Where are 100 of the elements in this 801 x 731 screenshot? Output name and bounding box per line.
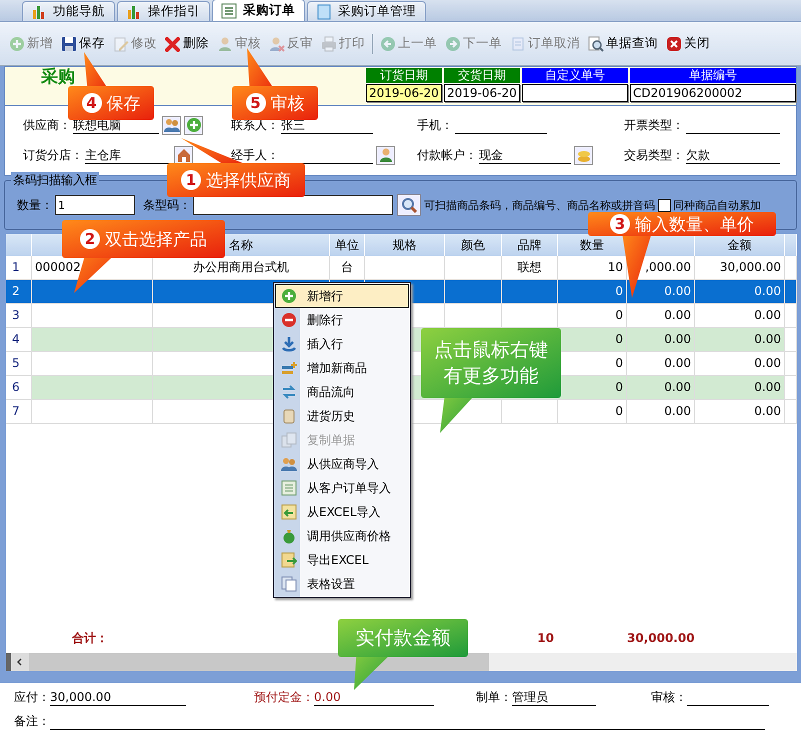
form-icon [221, 2, 237, 18]
menu-item[interactable]: 表格设置 [275, 572, 409, 596]
date-field[interactable]: CD201906200002 [630, 84, 796, 102]
bar-chart-icon [31, 4, 47, 20]
group-title: 条码扫描输入框 [11, 172, 99, 189]
date-column-header: 订货日期 [366, 68, 442, 83]
plus-circle-icon [281, 288, 297, 304]
table-cell [785, 376, 797, 400]
table-cell [785, 352, 797, 376]
tab[interactable]: 功能导航 [22, 1, 115, 21]
person-icon [217, 36, 233, 52]
field-label: 制单： [476, 688, 512, 706]
table-cell: 0.00 [695, 400, 785, 424]
row-number[interactable]: 7 [6, 400, 32, 424]
copy-icon [281, 432, 297, 448]
sheets-icon [281, 576, 297, 592]
date-column-header: 交货日期 [444, 68, 520, 83]
callout-text: 选择供应商 [206, 170, 291, 192]
money-bag-icon [281, 528, 297, 544]
menu-item[interactable]: 导出EXCEL [275, 548, 409, 572]
input-field[interactable]: 现金 [479, 146, 571, 164]
field-label: 付款帐户： [417, 146, 477, 164]
toolbar-button[interactable]: 单据查询 [587, 35, 659, 52]
column-header: 颜色 [445, 234, 502, 256]
field-label: 开票类型： [624, 116, 684, 134]
scroll-left-button[interactable] [6, 653, 29, 671]
menu-item[interactable]: 商品流向 [275, 380, 409, 404]
barcode-field[interactable] [193, 195, 393, 215]
table-cell [785, 328, 797, 352]
menu-item[interactable]: 增加新商品 [275, 356, 409, 380]
total-amount: 30,000.00 [627, 630, 695, 647]
stack-icon [281, 360, 297, 376]
search-icon [401, 197, 417, 213]
callout-text: 审核 [270, 92, 304, 114]
field-label: 订货分店： [23, 146, 83, 164]
tab[interactable]: 采购订单 [212, 0, 305, 21]
date-column-header: 自定义单号 [522, 68, 628, 83]
checkbox[interactable] [658, 198, 671, 212]
field-button[interactable] [376, 146, 395, 164]
callout-text: 点击鼠标右键有更多功能 [433, 338, 549, 389]
input-field[interactable]: 30,000.00 [50, 688, 186, 706]
table-cell: 0.00 [627, 376, 695, 400]
table-cell [785, 280, 797, 304]
hint-text: 可扫描商品条码，商品编号、商品名称或拼音码 [424, 198, 655, 212]
column-header: 单位 [330, 234, 365, 256]
table-cell [502, 400, 558, 424]
input-field[interactable]: 0.00 [314, 688, 434, 706]
menu-item[interactable]: 新增行 [275, 284, 409, 308]
menu-item[interactable]: 从EXCEL导入 [275, 500, 409, 524]
menu-item[interactable]: 从供应商导入 [275, 452, 409, 476]
input-field[interactable]: 主仓库 [85, 146, 171, 164]
field-button[interactable] [162, 116, 181, 134]
people-icon [281, 456, 297, 472]
date-field[interactable]: 2019-06-20 [366, 84, 442, 102]
callout-text: 双击选择产品 [105, 228, 207, 250]
chevron-left-icon [16, 658, 24, 666]
field-button[interactable] [174, 146, 193, 164]
house-icon [176, 147, 192, 163]
menu-item[interactable]: 删除行 [275, 308, 409, 332]
date-field[interactable]: 2019-06-20 [444, 84, 520, 102]
quantity-field[interactable]: 1 [55, 195, 135, 215]
search-button[interactable] [397, 194, 421, 216]
tab[interactable]: 操作指引 [117, 1, 210, 21]
callout-text: 实付款金额 [356, 626, 450, 651]
menu-item[interactable]: 进货历史 [275, 404, 409, 428]
menu-item[interactable]: 从客户订单导入 [275, 476, 409, 500]
table-cell: 0.00 [695, 280, 785, 304]
minus-circle-icon [281, 312, 297, 328]
close-icon [666, 36, 682, 52]
toolbar-button[interactable]: 关闭 [665, 35, 711, 52]
table-cell: 0.00 [627, 328, 695, 352]
table-cell: 0.00 [695, 376, 785, 400]
form-title: 采购 [41, 68, 76, 86]
document-icon [316, 4, 332, 20]
field-button[interactable] [574, 146, 593, 164]
date-column-header: 单据编号 [630, 68, 796, 83]
date-field[interactable] [522, 84, 628, 102]
field-label: 数量： [17, 196, 53, 214]
tab[interactable]: 采购订单管理 [307, 1, 426, 21]
table-cell: 0 [558, 400, 627, 424]
input-field[interactable]: 欠款 [686, 146, 780, 164]
magnifier-icon [588, 36, 604, 52]
menu-item[interactable]: 调用供应商价格 [275, 524, 409, 548]
input-field[interactable]: 管理员 [512, 688, 596, 706]
person-icon [378, 147, 394, 163]
field-button[interactable] [184, 116, 203, 134]
row-number[interactable]: 5 [6, 352, 32, 376]
swap-arrows-icon [281, 384, 297, 400]
column-header: 品牌 [502, 234, 558, 256]
row-number[interactable]: 2 [6, 280, 32, 304]
row-number[interactable]: 3 [6, 304, 32, 328]
horizontal-scrollbar[interactable] [6, 653, 797, 671]
person-icon [269, 36, 285, 52]
toolbar-button[interactable]: 删除 [164, 35, 210, 52]
menu-item[interactable]: 插入行 [275, 332, 409, 356]
jar-icon [281, 408, 297, 424]
table-cell [445, 280, 502, 304]
toolbar-button[interactable]: 保存 [60, 35, 106, 52]
table-icon [281, 480, 297, 496]
column-header: 规格 [365, 234, 445, 256]
